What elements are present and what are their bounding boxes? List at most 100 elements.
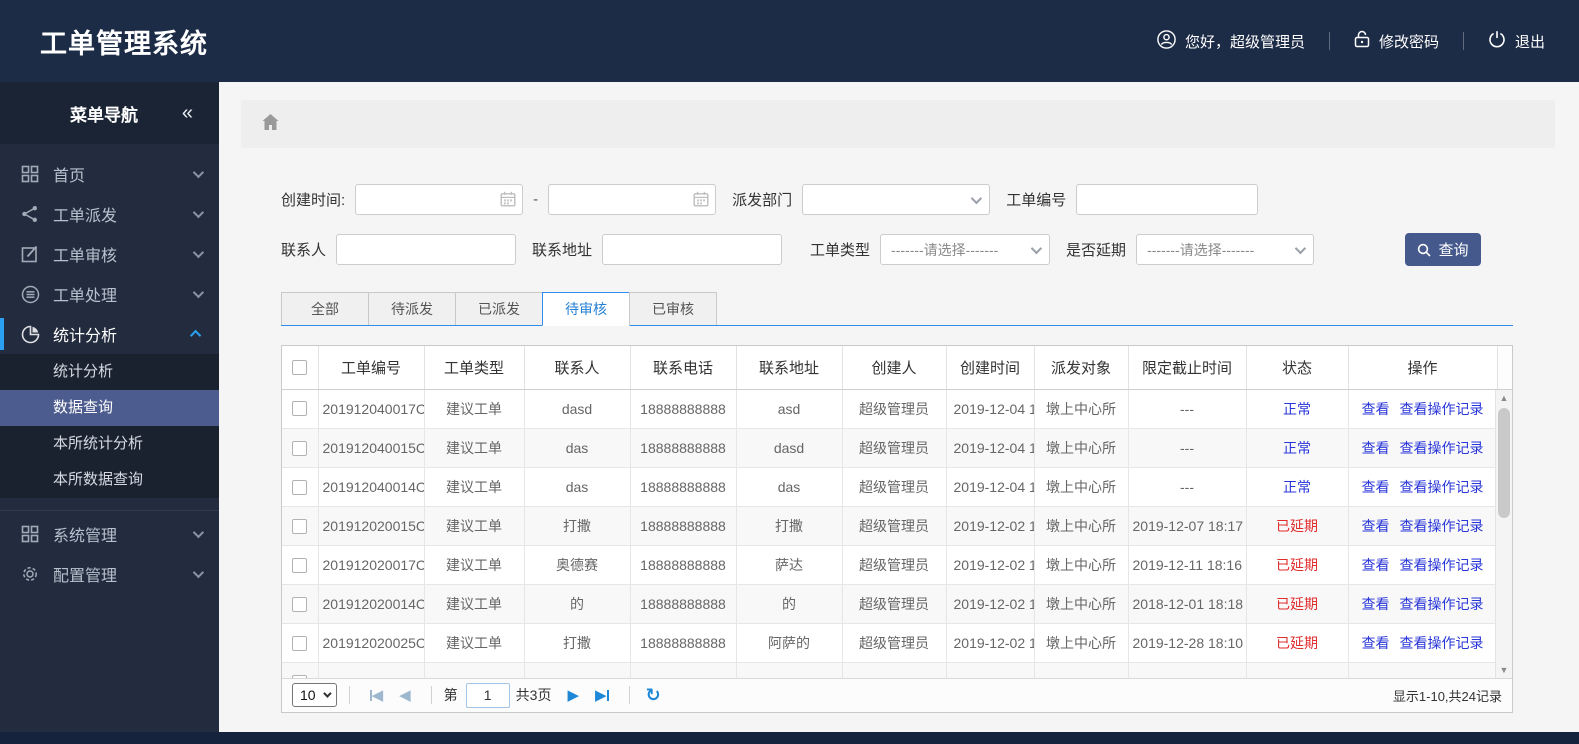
table-body: 201912040017C 建议工单 dasd 18888888888 asd 超级管理员… xyxy=(282,389,1498,678)
row-checkbox[interactable] xyxy=(292,674,308,678)
main-content: 创建时间: - 派发部门 工单编号 联系人 联系地址 工单类型 -------请… xyxy=(219,82,1579,732)
tab-全部[interactable]: 全部 xyxy=(281,292,369,325)
table-body-viewport: 201912040017C 建议工单 dasd 18888888888 asd 超级管理员… xyxy=(282,389,1512,678)
scroll-up-icon[interactable]: ▲ xyxy=(1496,390,1512,406)
empty-cell xyxy=(1246,662,1349,678)
order-type-select[interactable]: -------请选择------- xyxy=(880,234,1051,265)
row-select-cell xyxy=(282,506,319,546)
status-badge: 已延期 xyxy=(1276,596,1318,612)
view-log-link[interactable]: 查看操作记录 xyxy=(1400,479,1484,495)
sidebar-subitem[interactable]: 本所数据查询 xyxy=(0,462,219,498)
collapse-left-icon[interactable]: « xyxy=(182,102,193,125)
cell-deadline: 2019-12-28 18:10 xyxy=(1128,623,1247,663)
scrollbar-thumb[interactable] xyxy=(1498,407,1510,518)
delay-select[interactable]: -------请选择------- xyxy=(1136,234,1315,265)
cell-deadline: 2019-12-11 18:16 xyxy=(1128,545,1247,585)
sidebar-item-config[interactable]: 配置管理 xyxy=(0,554,219,594)
column-header: 状态 xyxy=(1246,346,1349,390)
view-log-link[interactable]: 查看操作记录 xyxy=(1400,596,1484,612)
table-row: 201912020017C 建议工单 奥德赛 18888888888 萨达 超级管理员 20… xyxy=(282,545,1498,585)
next-page-button[interactable]: ▶ xyxy=(567,686,579,704)
select-all-checkbox[interactable] xyxy=(292,359,308,375)
change-password-button[interactable]: 修改密码 xyxy=(1354,30,1439,52)
scroll-down-icon[interactable]: ▼ xyxy=(1496,662,1512,678)
logout-button[interactable]: 退出 xyxy=(1488,30,1545,52)
view-link[interactable]: 查看 xyxy=(1362,596,1390,612)
vertical-scrollbar[interactable]: ▲ ▼ xyxy=(1495,389,1512,678)
cell-address: das xyxy=(736,467,843,507)
sidebar-subitem[interactable]: 统计分析 xyxy=(0,354,219,390)
cell-actions: 查看 查看操作记录 xyxy=(1348,467,1498,507)
current-page-input[interactable] xyxy=(465,682,510,708)
table-row: 201912040017C 建议工单 dasd 18888888888 asd 超级管理员… xyxy=(282,389,1498,429)
sidebar-item-system[interactable]: 系统管理 xyxy=(0,510,219,554)
contact-input[interactable] xyxy=(336,234,517,265)
cell-status: 已延期 xyxy=(1246,506,1349,546)
cell-created: 2019-12-02 16 xyxy=(946,584,1035,624)
cell-contact: 的 xyxy=(524,584,631,624)
view-log-link[interactable]: 查看操作记录 xyxy=(1400,401,1484,417)
prev-page-button[interactable]: ◀ xyxy=(399,686,411,704)
view-link[interactable]: 查看 xyxy=(1362,518,1390,534)
tab-待审核[interactable]: 待审核 xyxy=(542,292,630,326)
dispatch-dept-select[interactable] xyxy=(802,184,991,215)
view-log-link[interactable]: 查看操作记录 xyxy=(1400,440,1484,456)
sidebar-subitem[interactable]: 数据查询 xyxy=(0,390,219,426)
cell-order-no: 201912020015C xyxy=(318,506,425,546)
sidebar-item-stats[interactable]: 统计分析 xyxy=(0,314,219,354)
refresh-icon[interactable]: ↻ xyxy=(646,685,661,706)
sidebar-item-home[interactable]: 首页 xyxy=(0,154,219,194)
sidebar-item-review[interactable]: 工单审核 xyxy=(0,234,219,274)
status-badge: 已延期 xyxy=(1276,635,1318,651)
tab-待派发[interactable]: 待派发 xyxy=(368,292,456,325)
order-no-input[interactable] xyxy=(1076,184,1259,215)
view-log-link[interactable]: 查看操作记录 xyxy=(1400,635,1484,651)
status-badge: 正常 xyxy=(1283,440,1311,456)
address-input[interactable] xyxy=(602,234,783,265)
row-checkbox[interactable] xyxy=(292,596,308,612)
sidebar-item-label: 统计分析 xyxy=(53,328,118,345)
cell-creator: 超级管理员 xyxy=(842,389,947,429)
dispatch-dept-label: 派发部门 xyxy=(732,192,793,209)
row-checkbox[interactable] xyxy=(292,479,308,495)
search-button[interactable]: 查询 xyxy=(1405,233,1481,266)
view-link[interactable]: 查看 xyxy=(1362,635,1390,651)
view-link[interactable]: 查看 xyxy=(1362,440,1390,456)
tab-已派发[interactable]: 已派发 xyxy=(455,292,543,325)
cell-address: 的 xyxy=(736,584,843,624)
filter-row-1: 创建时间: - 派发部门 工单编号 xyxy=(281,184,1513,215)
row-checkbox[interactable] xyxy=(292,635,308,651)
cell-order-no: 201912020014C xyxy=(318,584,425,624)
row-select-cell xyxy=(282,545,319,585)
created-time-start-input[interactable] xyxy=(355,184,524,215)
view-log-link[interactable]: 查看操作记录 xyxy=(1400,557,1484,573)
last-page-button[interactable]: ▶ xyxy=(595,686,609,704)
empty-cell xyxy=(736,662,843,678)
select-all-header xyxy=(282,346,319,390)
cell-status: 已延期 xyxy=(1246,623,1349,663)
view-link[interactable]: 查看 xyxy=(1362,479,1390,495)
user-greeting[interactable]: 您好，超级管理员 xyxy=(1157,29,1305,53)
breadcrumb xyxy=(241,100,1555,148)
empty-cell xyxy=(424,662,525,678)
cell-deadline: 2018-12-01 18:18 xyxy=(1128,584,1247,624)
row-checkbox[interactable] xyxy=(292,518,308,534)
view-log-link[interactable]: 查看操作记录 xyxy=(1400,518,1484,534)
tab-已审核[interactable]: 已审核 xyxy=(629,292,717,325)
home-icon[interactable] xyxy=(261,113,280,136)
row-checkbox[interactable] xyxy=(292,401,308,417)
pagination-bar: 10 ◀ ◀ 第 共3页 ▶ ▶ ↻ 显示1-10,共24记录 xyxy=(282,677,1512,712)
table-row: 201912040014C 建议工单 das 18888888888 das 超级管理员 2… xyxy=(282,467,1498,507)
view-link[interactable]: 查看 xyxy=(1362,401,1390,417)
sidebar-item-process[interactable]: 工单处理 xyxy=(0,274,219,314)
first-page-button[interactable]: ◀ xyxy=(369,686,383,704)
sidebar-item-dispatch[interactable]: 工单派发 xyxy=(0,194,219,234)
work-order-table: 工单编号 工单类型 联系人 联系电话 联系地址 创建人 创建时间 派发对象 限定截止时间 状态 操作… xyxy=(281,345,1513,713)
created-time-end-input[interactable] xyxy=(548,184,717,215)
row-checkbox[interactable] xyxy=(292,557,308,573)
row-checkbox[interactable] xyxy=(292,440,308,456)
order-type-value: -------请选择------- xyxy=(891,241,999,258)
page-size-select[interactable]: 10 xyxy=(292,683,337,707)
view-link[interactable]: 查看 xyxy=(1362,557,1390,573)
sidebar-subitem[interactable]: 本所统计分析 xyxy=(0,426,219,462)
